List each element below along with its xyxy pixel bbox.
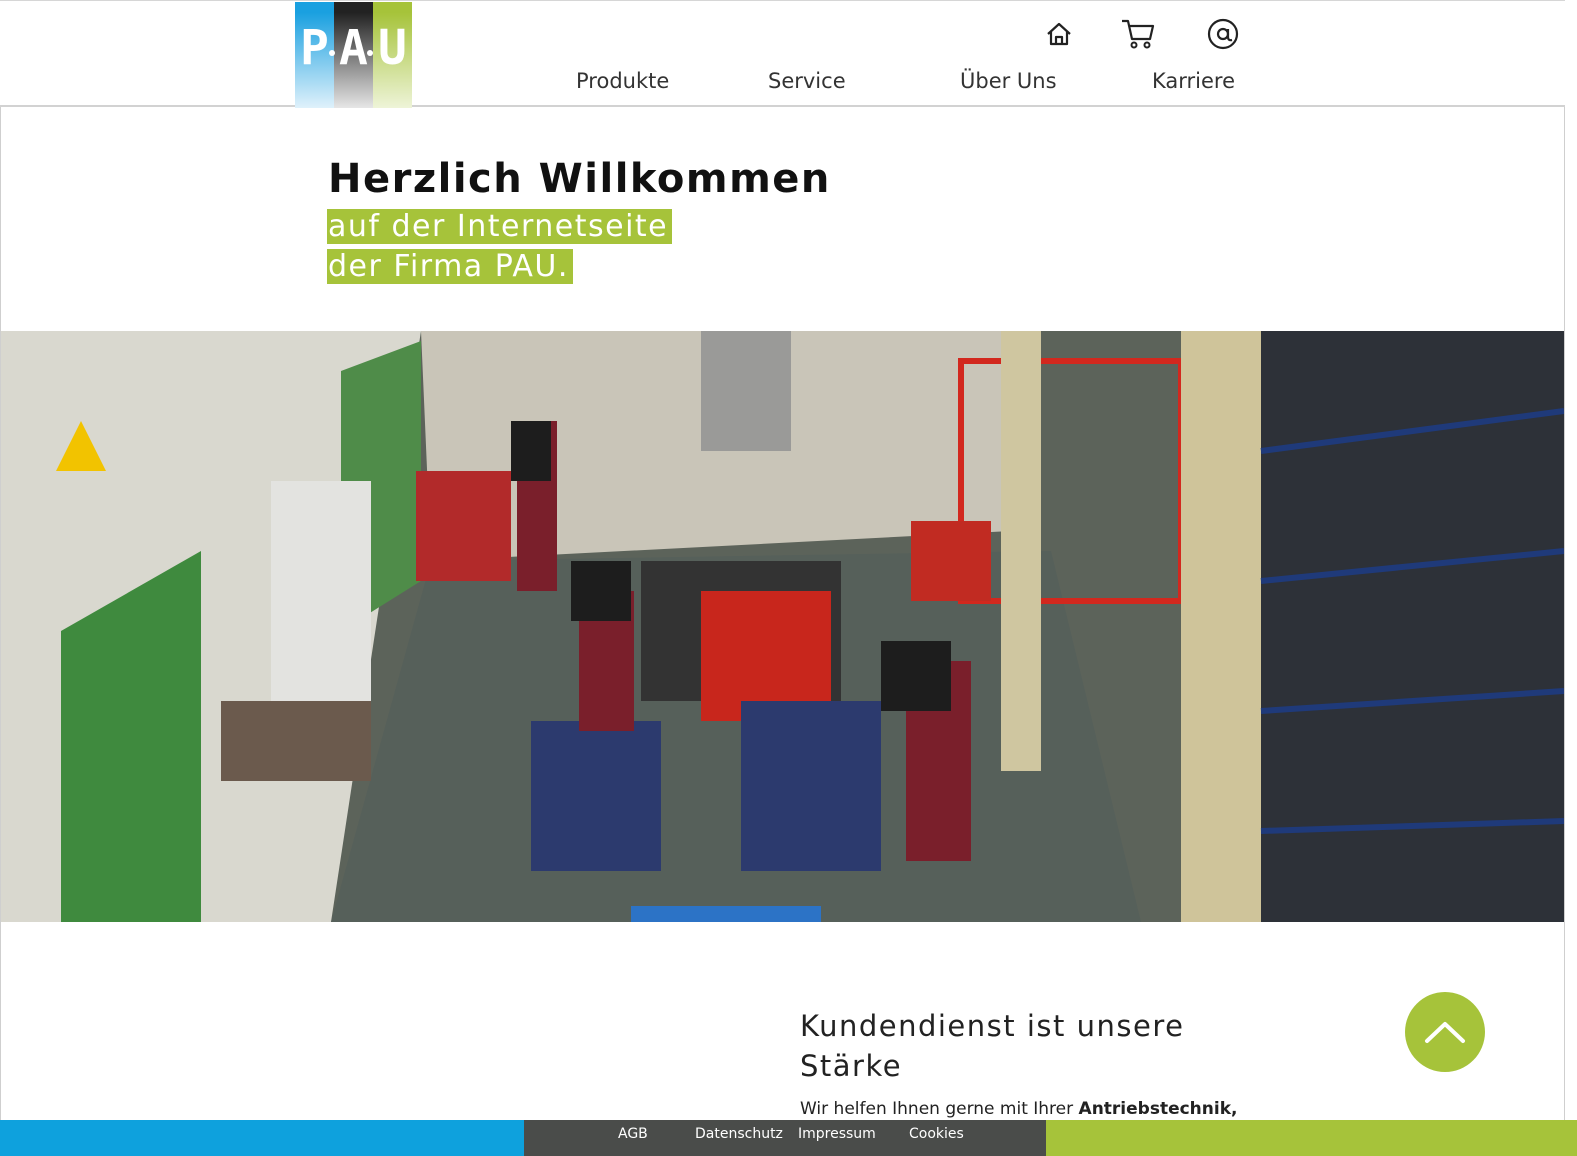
site-header: P A U Produkte Service Über Uns Karriere	[0, 0, 1565, 108]
workshop-hero-image	[1, 331, 1564, 922]
footer-links-bar: AGB Datenschutz Impressum Cookies	[524, 1120, 1046, 1156]
footer-link-cookies[interactable]: Cookies	[909, 1126, 964, 1142]
site-footer: AGB Datenschutz Impressum Cookies	[0, 1120, 1577, 1156]
section-title: Kundendienst ist unsere Stärke	[800, 1009, 1185, 1083]
logo-letters: P A U	[295, 20, 412, 76]
email-icon[interactable]	[1206, 17, 1240, 51]
footer-green-bar	[1046, 1120, 1577, 1156]
welcome-title: Herzlich Willkommen	[328, 156, 831, 202]
section-text-bold: Antriebstechnik,	[1078, 1099, 1238, 1119]
nav-service[interactable]: Service	[768, 69, 846, 93]
footer-link-datenschutz[interactable]: Datenschutz	[695, 1126, 783, 1142]
footer-blue-bar	[0, 1120, 524, 1156]
logo-dot	[329, 50, 335, 56]
logo-letter-p: P	[300, 20, 329, 76]
main-nav: Produkte Service Über Uns Karriere	[560, 69, 1260, 99]
section-text: Wir helfen Ihnen gerne mit Ihrer Antrieb…	[800, 1099, 1237, 1119]
scroll-to-top-button[interactable]	[1405, 992, 1485, 1072]
section-text-prefix: Wir helfen Ihnen gerne mit Ihrer	[800, 1099, 1079, 1119]
welcome-heading-block: Herzlich Willkommen	[328, 156, 831, 202]
logo-dot	[367, 50, 373, 56]
footer-link-agb[interactable]: AGB	[618, 1126, 648, 1142]
chevron-up-icon	[1425, 1022, 1465, 1043]
nav-produkte[interactable]: Produkte	[576, 69, 669, 93]
footer-link-impressum[interactable]: Impressum	[798, 1126, 876, 1142]
header-icons	[1040, 17, 1240, 51]
nav-ueber-uns[interactable]: Über Uns	[960, 69, 1057, 93]
pau-logo[interactable]: P A U	[295, 2, 412, 108]
logo-letter-u: U	[378, 20, 407, 76]
welcome-subtitle-block: auf der Internetseite der Firma PAU.	[327, 207, 727, 287]
home-icon[interactable]	[1042, 17, 1076, 51]
nav-karriere[interactable]: Karriere	[1152, 69, 1235, 93]
logo-letter-a: A	[339, 20, 368, 76]
cart-icon[interactable]	[1120, 17, 1155, 51]
welcome-subtitle: auf der Internetseite der Firma PAU.	[327, 209, 673, 284]
